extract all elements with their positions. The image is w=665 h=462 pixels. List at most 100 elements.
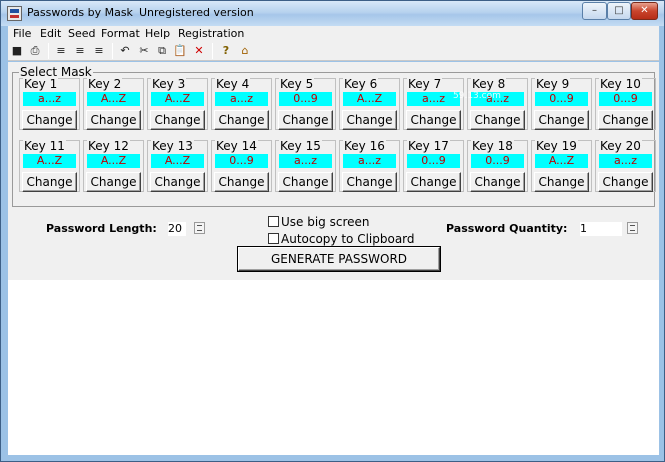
password-output-area[interactable] — [8, 280, 659, 455]
change-key-8-button[interactable]: Change — [470, 110, 525, 130]
undo-icon[interactable]: ↶ — [117, 43, 133, 59]
change-key-6-button[interactable]: Change — [342, 110, 397, 130]
change-key-14-button[interactable]: Change — [214, 172, 269, 192]
delete-icon[interactable]: ✕ — [191, 43, 207, 59]
key-label: Key 17 — [407, 139, 450, 153]
big-screen-checkbox[interactable] — [268, 216, 279, 227]
key-range: 0...9 — [407, 154, 460, 168]
password-length-label: Password Length: — [46, 222, 157, 235]
close-button[interactable]: ✕ — [631, 2, 658, 20]
big-screen-label: Use big screen — [281, 215, 370, 229]
change-key-16-button[interactable]: Change — [342, 172, 397, 192]
window-title: Passwords by Mask — [27, 6, 133, 19]
key-label: Key 11 — [23, 139, 66, 153]
change-key-9-button[interactable]: Change — [534, 110, 589, 130]
maximize-button[interactable]: □ — [607, 2, 631, 20]
key-range: A...Z — [151, 154, 204, 168]
change-key-12-button[interactable]: Change — [86, 172, 141, 192]
key-label: Key 19 — [535, 139, 578, 153]
change-key-10-button[interactable]: Change — [598, 110, 653, 130]
key-label: Key 13 — [151, 139, 194, 153]
key-17-cell: Key 17 0...9 Change — [403, 139, 464, 192]
key-range: a...z — [343, 154, 396, 168]
key-5-cell: Key 5 0...9 Change — [275, 77, 336, 130]
key-label: Key 10 — [599, 77, 642, 91]
password-quantity-spinner[interactable] — [627, 222, 638, 234]
change-key-19-button[interactable]: Change — [534, 172, 589, 192]
change-key-17-button[interactable]: Change — [406, 172, 461, 192]
menu-bar: File Edit Seed Format Help Registration — [8, 26, 659, 41]
align-center-icon[interactable]: ≡ — [72, 43, 88, 59]
change-key-2-button[interactable]: Change — [86, 110, 141, 130]
change-key-20-button[interactable]: Change — [598, 172, 653, 192]
copy-icon[interactable]: ⧉ — [154, 43, 170, 59]
key-12-cell: Key 12 A...Z Change — [83, 139, 144, 192]
menu-registration[interactable]: Registration — [178, 27, 244, 40]
key-label: Key 1 — [23, 77, 59, 91]
key-20-cell: Key 20 a...z Change — [595, 139, 656, 192]
title-bar[interactable]: Passwords by Mask Unregistered version –… — [1, 1, 664, 26]
window-subtitle: Unregistered version — [139, 6, 254, 19]
menu-help[interactable]: Help — [145, 27, 170, 40]
align-right-icon[interactable]: ≡ — [91, 43, 107, 59]
key-label: Key 12 — [87, 139, 130, 153]
key-19-cell: Key 19 A...Z Change — [531, 139, 592, 192]
help-icon[interactable]: ? — [218, 43, 234, 59]
autocopy-option[interactable]: Autocopy to Clipboard — [268, 232, 415, 246]
menu-seed[interactable]: Seed — [68, 27, 96, 40]
change-key-1-button[interactable]: Change — [22, 110, 77, 130]
menu-edit[interactable]: Edit — [40, 27, 61, 40]
toolbar-separator — [212, 43, 213, 59]
key-18-cell: Key 18 0...9 Change — [467, 139, 528, 192]
app-icon — [7, 6, 22, 21]
change-key-11-button[interactable]: Change — [22, 172, 77, 192]
save-icon[interactable]: ■ — [9, 43, 25, 59]
print-icon[interactable]: ⎙ — [27, 43, 43, 59]
change-key-4-button[interactable]: Change — [214, 110, 269, 130]
change-key-3-button[interactable]: Change — [150, 110, 205, 130]
password-length-field[interactable]: 20 — [168, 222, 186, 236]
key-label: Key 20 — [599, 139, 642, 153]
change-key-15-button[interactable]: Change — [278, 172, 333, 192]
home-icon[interactable]: ⌂ — [237, 43, 253, 59]
toolbar: ■ ⎙ ≡ ≡ ≡ ↶ ✂ ⧉ 📋 ✕ ? ⌂ — [8, 41, 659, 61]
key-14-cell: Key 14 0...9 Change — [211, 139, 272, 192]
key-label: Key 18 — [471, 139, 514, 153]
generate-password-button[interactable]: GENERATE PASSWORD — [238, 247, 440, 271]
key-label: Key 7 — [407, 77, 443, 91]
key-range: A...Z — [87, 92, 140, 106]
key-label: Key 3 — [151, 77, 187, 91]
watermark: 59.13.com — [453, 91, 501, 101]
key-range: 0...9 — [471, 154, 524, 168]
key-label: Key 15 — [279, 139, 322, 153]
select-mask-group: Select Mask Key 1 a...z Change Key 2 A...Z Ch… — [12, 65, 656, 207]
key-3-cell: Key 3 A...Z Change — [147, 77, 208, 130]
change-key-13-button[interactable]: Change — [150, 172, 205, 192]
change-key-7-button[interactable]: Change — [406, 110, 461, 130]
password-quantity-field[interactable]: 1 — [580, 222, 622, 236]
key-label: Key 2 — [87, 77, 123, 91]
big-screen-option[interactable]: Use big screen — [268, 215, 370, 229]
key-range: A...Z — [23, 154, 76, 168]
key-label: Key 14 — [215, 139, 258, 153]
change-key-5-button[interactable]: Change — [278, 110, 333, 130]
key-4-cell: Key 4 a...z Change — [211, 77, 272, 130]
change-key-18-button[interactable]: Change — [470, 172, 525, 192]
key-label: Key 5 — [279, 77, 315, 91]
paste-icon[interactable]: 📋 — [172, 43, 188, 59]
autocopy-label: Autocopy to Clipboard — [281, 232, 415, 246]
key-1-cell: Key 1 a...z Change — [19, 77, 80, 130]
main-panel: Select Mask Key 1 a...z Change Key 2 A...Z Ch… — [8, 62, 659, 280]
menu-format[interactable]: Format — [101, 27, 140, 40]
align-left-icon[interactable]: ≡ — [53, 43, 69, 59]
minimize-button[interactable]: – — [582, 2, 607, 20]
key-15-cell: Key 15 a...z Change — [275, 139, 336, 192]
key-range: 0...9 — [279, 92, 332, 106]
key-9-cell: Key 9 0...9 Change — [531, 77, 592, 130]
password-length-spinner[interactable] — [194, 222, 205, 234]
key-range: a...z — [599, 154, 652, 168]
menu-file[interactable]: File — [13, 27, 31, 40]
key-range: a...z — [23, 92, 76, 106]
cut-icon[interactable]: ✂ — [136, 43, 152, 59]
autocopy-checkbox[interactable] — [268, 233, 279, 244]
